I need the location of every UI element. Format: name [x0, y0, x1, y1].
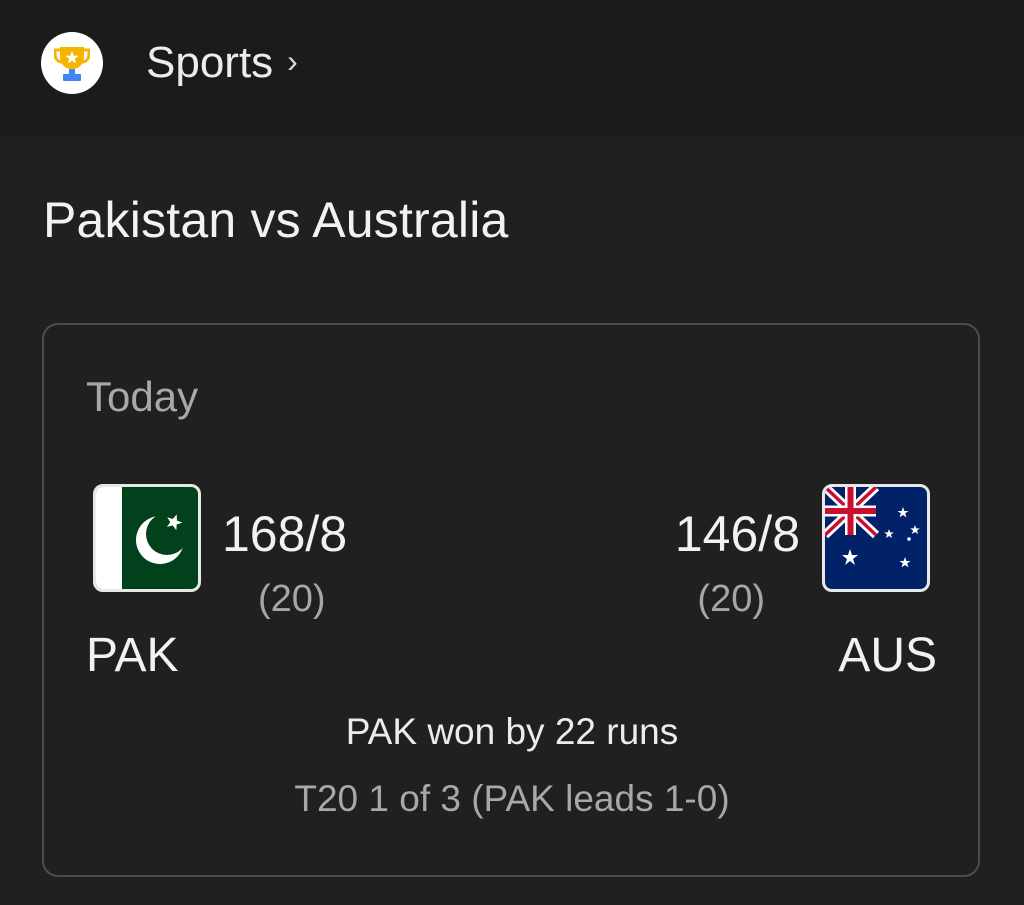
home-overs: (20) — [258, 578, 326, 620]
home-score: 168/8 — [222, 506, 348, 562]
chevron-right-icon: › — [287, 42, 298, 79]
home-team-code: PAK — [86, 629, 179, 682]
away-team-code: AUS — [838, 629, 937, 682]
breadcrumb-label: Sports — [146, 38, 274, 87]
away-overs: (20) — [697, 578, 765, 620]
trophy-icon[interactable] — [41, 32, 103, 94]
breadcrumb-sports[interactable]: Sports › — [146, 38, 298, 88]
australia-flag-icon — [822, 484, 930, 592]
app-header: Sports › — [0, 0, 1024, 136]
series-info: T20 1 of 3 (PAK leads 1-0) — [294, 778, 730, 819]
match-result: PAK won by 22 runs — [345, 711, 679, 752]
match-date: Today — [86, 373, 199, 420]
page-title: Pakistan vs Australia — [43, 192, 509, 248]
pakistan-flag-icon — [93, 484, 201, 592]
away-score: 146/8 — [674, 506, 800, 562]
